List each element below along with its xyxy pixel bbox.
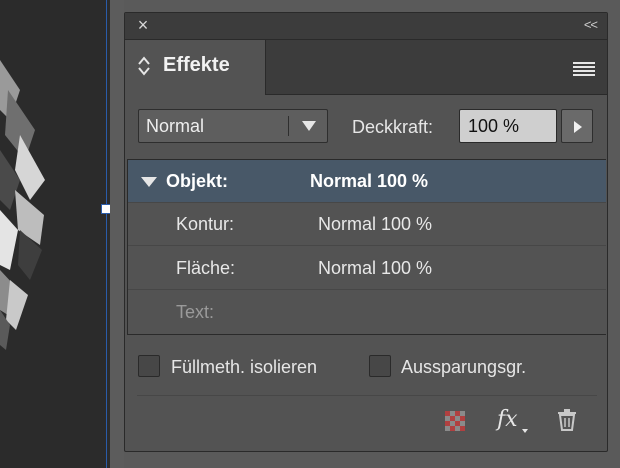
effects-target-list: Objekt: Normal 100 % Kontur: Normal 100 …	[127, 159, 606, 335]
close-icon[interactable]: ×	[135, 16, 151, 34]
artwork-image	[0, 60, 45, 350]
panel-tabbar: Effekte	[125, 40, 607, 95]
panel-menu-icon[interactable]	[573, 62, 595, 76]
isolate-blending-checkbox[interactable]	[138, 355, 160, 377]
clear-effects-icon[interactable]	[445, 411, 465, 431]
double-chevron-icon[interactable]: <<	[584, 17, 598, 32]
list-item-text[interactable]: Text:	[128, 291, 606, 334]
play-arrow-icon	[574, 121, 582, 133]
list-item-label: Objekt:	[166, 171, 229, 191]
panel-titlebar[interactable]: × <<	[125, 13, 607, 40]
list-item-value: Normal 100 %	[318, 214, 433, 234]
dropdown-arrow-icon	[302, 121, 316, 131]
list-item-flaeche[interactable]: Fläche: Normal 100 %	[128, 247, 606, 290]
tab-effekte[interactable]: Effekte	[125, 40, 266, 95]
list-item-label: Fläche:	[176, 258, 236, 278]
list-item-value: Normal 100 %	[310, 171, 429, 191]
blend-mode-value: Normal	[146, 116, 205, 136]
opacity-label: Deckkraft:	[352, 117, 434, 137]
isolate-blending-label: Füllmeth. isolieren	[171, 357, 318, 377]
select-divider	[288, 116, 289, 136]
tab-label: Effekte	[163, 54, 230, 76]
selection-guide-line	[106, 0, 107, 468]
workspace-gutter	[110, 0, 124, 468]
knockout-group-checkbox[interactable]	[369, 355, 391, 377]
disclosure-triangle-icon[interactable]	[140, 176, 158, 188]
opacity-slider-button[interactable]	[561, 109, 593, 143]
list-item-value: Normal 100 %	[318, 258, 433, 278]
divider	[137, 395, 597, 396]
blend-mode-select[interactable]: Normal	[138, 109, 328, 143]
effects-panel: × << Effekte Normal Deckkraft: 100 % Obj…	[124, 12, 608, 452]
trash-icon[interactable]	[557, 409, 577, 431]
document-canvas[interactable]	[0, 0, 110, 468]
list-item-kontur[interactable]: Kontur: Normal 100 %	[128, 203, 606, 246]
list-item-label: Kontur:	[176, 214, 235, 234]
knockout-group-label: Aussparungsgr.	[401, 357, 527, 377]
fx-icon[interactable]: fx	[497, 407, 518, 432]
list-item-objekt[interactable]: Objekt: Normal 100 %	[128, 160, 606, 203]
fx-menu-caret-icon	[522, 429, 528, 433]
list-item-label: Text:	[176, 302, 215, 322]
updown-chevron-icon[interactable]	[137, 55, 151, 77]
opacity-input[interactable]: 100 %	[459, 109, 557, 143]
selection-handle[interactable]	[101, 204, 110, 214]
